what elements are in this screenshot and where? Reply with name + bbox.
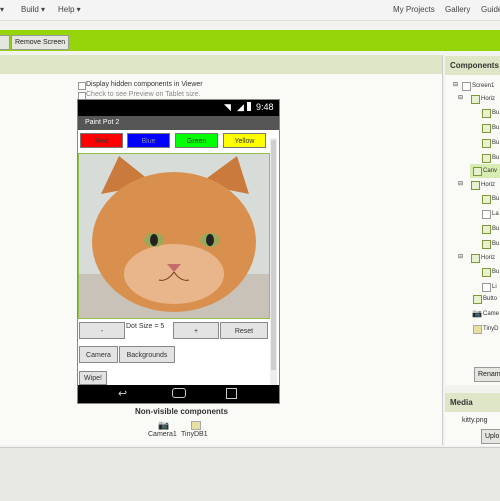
media-panel: kitty.png Uplo: [445, 412, 500, 446]
display-hidden-checkbox[interactable]: [78, 82, 86, 90]
wifi-icon: ◥: [224, 102, 231, 112]
media-file[interactable]: kitty.png: [462, 417, 488, 424]
menu-help[interactable]: Help ▾: [58, 5, 81, 14]
yellow-button[interactable]: Yellow: [223, 133, 266, 148]
partial-button[interactable]: [0, 35, 10, 50]
tree-expander[interactable]: ⊟: [458, 253, 463, 260]
button-icon: [482, 139, 491, 148]
tree-expander[interactable]: ⊟: [458, 94, 463, 101]
tree-node[interactable]: La: [492, 211, 499, 217]
tablet-preview-label: Check to see Preview on Tablet size.: [86, 91, 201, 98]
drawing-canvas[interactable]: [78, 153, 270, 319]
home-icon[interactable]: [172, 388, 186, 398]
phone-preview: ◥ ◢ 9:48 Paint Pot 2 Red Blue Green Yell…: [77, 99, 280, 404]
label-icon: [482, 210, 491, 219]
viewer-header: [0, 55, 442, 74]
horizontal-arrangement-icon: [471, 95, 480, 104]
display-hidden-label: Display hidden components in Viewer: [86, 81, 203, 88]
recents-icon[interactable]: [226, 388, 237, 399]
button-icon: [482, 109, 491, 118]
back-icon[interactable]: ↩: [118, 387, 127, 400]
upload-button[interactable]: Uplo: [481, 429, 500, 444]
scrollbar-track[interactable]: [270, 138, 277, 385]
button-icon: [473, 295, 482, 304]
button-icon: [482, 225, 491, 234]
app-title-bar: Paint Pot 2: [78, 116, 279, 130]
rename-button[interactable]: Renam: [474, 367, 500, 382]
tree-node[interactable]: Butto: [483, 296, 497, 302]
components-tree: ⊟ Screen1 ⊟ Horiz Bu Bu Bu Bu Canv ⊟ Hor…: [445, 75, 500, 385]
tree-node[interactable]: Came: [483, 311, 499, 317]
page-footer: [0, 447, 500, 501]
dot-size-label: Dot Size = 5: [126, 323, 165, 330]
button-icon: [482, 124, 491, 133]
tree-node[interactable]: Bu: [492, 269, 499, 275]
horizontal-arrangement-icon: [471, 254, 480, 263]
tree-node-canvas[interactable]: Canv: [483, 168, 497, 174]
menu-guide[interactable]: Guide: [481, 5, 500, 14]
nonvisible-tinydb[interactable]: TinyDB1: [181, 431, 208, 438]
menu-my-projects[interactable]: My Projects: [393, 5, 435, 14]
tinydb-icon: [473, 325, 482, 334]
tree-node-screen1[interactable]: Screen1: [472, 83, 494, 89]
horizontal-arrangement-icon: [471, 181, 480, 190]
tree-node[interactable]: Bu: [492, 110, 499, 116]
camera-button[interactable]: Camera: [79, 346, 118, 363]
menu-build-label: Build: [21, 5, 39, 14]
red-button[interactable]: Red: [80, 133, 123, 148]
menu-item-partial[interactable]: ▾: [0, 5, 4, 14]
tree-node[interactable]: Bu: [492, 241, 499, 247]
minus-button[interactable]: -: [79, 322, 125, 339]
backgrounds-button[interactable]: Backgrounds: [119, 346, 175, 363]
camera-icon: 📷: [472, 309, 482, 318]
tree-node[interactable]: Bu: [492, 140, 499, 146]
button-icon: [482, 268, 491, 277]
plus-button[interactable]: +: [173, 322, 219, 339]
menu-help-label: Help: [58, 5, 75, 14]
top-menu-bar: ▾ Build ▾ Help ▾ My Projects Gallery Gui…: [0, 0, 500, 21]
button-icon: [482, 240, 491, 249]
nonvisible-heading: Non-visible components: [135, 407, 228, 416]
tree-node[interactable]: Horiz: [481, 96, 495, 102]
status-bar: ◥ ◢ 9:48: [78, 100, 279, 116]
media-header: Media: [445, 393, 500, 412]
nonvisible-camera[interactable]: Camera1: [148, 431, 177, 438]
blue-button[interactable]: Blue: [127, 133, 170, 148]
button-icon: [482, 195, 491, 204]
tree-node[interactable]: Bu: [492, 155, 499, 161]
cat-image: [79, 154, 269, 318]
scrollbar-thumb[interactable]: [271, 140, 276, 370]
screen-toolbar: Remove Screen: [0, 30, 500, 51]
tree-expander[interactable]: ⊟: [453, 81, 458, 88]
camera-icon: 📷: [158, 420, 170, 430]
green-button[interactable]: Green: [175, 133, 218, 148]
canvas-icon: [473, 167, 482, 176]
battery-icon: [247, 102, 251, 111]
tree-node[interactable]: TinyD: [483, 326, 498, 332]
tree-node[interactable]: Bu: [492, 125, 499, 131]
button-icon: [482, 154, 491, 163]
screen-icon: [462, 82, 471, 91]
remove-screen-button[interactable]: Remove Screen: [11, 35, 70, 50]
tree-node[interactable]: Li: [492, 284, 497, 290]
components-header: Components: [445, 56, 500, 75]
android-nav-bar: ↩: [78, 385, 279, 403]
signal-icon: ◢: [237, 102, 244, 112]
menu-gallery[interactable]: Gallery: [445, 5, 470, 14]
status-time: 9:48: [256, 102, 274, 112]
tinydb-icon: [191, 421, 201, 430]
wipe-button[interactable]: Wipe!: [79, 371, 107, 385]
tree-node[interactable]: Bu: [492, 226, 499, 232]
tree-node[interactable]: Horiz: [481, 255, 495, 261]
app-title: Paint Pot 2: [85, 119, 120, 126]
tree-node[interactable]: Horiz: [481, 182, 495, 188]
listpicker-icon: [482, 283, 491, 292]
reset-button[interactable]: Reset: [220, 322, 268, 339]
tree-node[interactable]: Bu: [492, 196, 499, 202]
menu-build[interactable]: Build ▾: [21, 5, 45, 14]
tree-expander[interactable]: ⊟: [458, 180, 463, 187]
